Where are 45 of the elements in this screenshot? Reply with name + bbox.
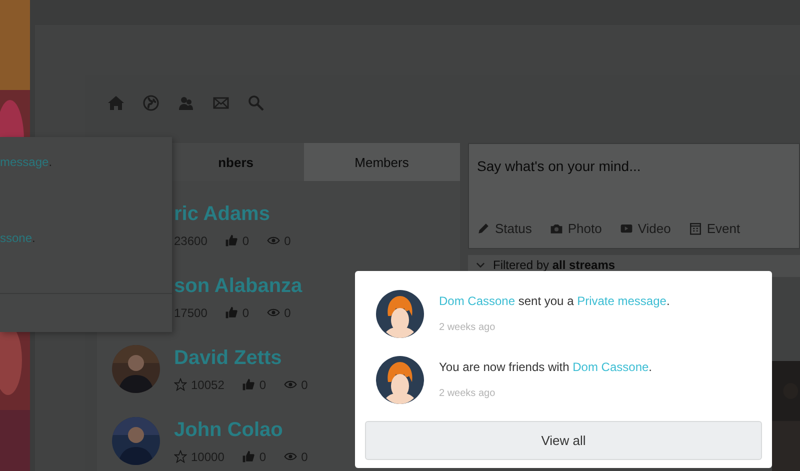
member-name[interactable]: son Alabanza <box>174 274 302 298</box>
pencil-icon <box>477 222 490 235</box>
chevron-down-icon[interactable] <box>476 262 485 268</box>
star-icon <box>174 378 187 391</box>
avatar-icon <box>376 356 424 404</box>
notification-link[interactable]: Dom Cassone <box>439 294 516 308</box>
video-icon <box>620 222 633 235</box>
eye-icon <box>267 234 280 247</box>
thumbs-up-icon <box>242 450 256 463</box>
timestamp: 2 weeks ago <box>439 322 496 333</box>
members-tab[interactable]: Members <box>304 143 460 181</box>
thumbs-up-icon <box>225 234 238 247</box>
eye-icon <box>284 378 298 391</box>
view-all-button[interactable]: View all <box>365 421 762 460</box>
thumbs-up-icon <box>225 306 238 319</box>
avatar-icon <box>376 290 424 338</box>
eye-icon <box>284 450 298 463</box>
globe-icon[interactable] <box>143 95 159 111</box>
notification-link[interactable]: Dom Cassone <box>572 360 649 374</box>
status-input[interactable]: Say what's on your mind... <box>477 156 791 176</box>
filter-label: Filtered by all streams <box>493 258 616 272</box>
post-type-button[interactable]: Photo <box>550 221 602 236</box>
thumbs-up-icon <box>242 378 256 391</box>
notification-text: You are now friends with Dom Cassone. <box>439 360 652 374</box>
camera-icon <box>550 222 563 235</box>
home-icon[interactable] <box>108 95 124 111</box>
member-name[interactable]: John Colao <box>174 418 308 442</box>
calendar-icon <box>688 222 702 235</box>
timestamp: 2 weeks ago <box>439 388 496 399</box>
notification-link[interactable]: ssone <box>0 231 32 245</box>
notification-link[interactable]: message <box>0 155 49 169</box>
notification-text: ssone. <box>0 231 36 245</box>
member-name[interactable]: ric Adams <box>174 202 291 226</box>
search-icon[interactable] <box>248 95 264 111</box>
post-type-button[interactable]: Status <box>477 221 532 236</box>
mail-icon[interactable] <box>213 95 229 111</box>
eye-icon <box>267 306 280 319</box>
notification-link[interactable]: Private message <box>577 294 666 308</box>
notification-text: message. <box>0 155 54 169</box>
post-type-button[interactable]: Event <box>688 221 740 236</box>
people-icon[interactable] <box>178 95 194 111</box>
post-type-button[interactable]: Video <box>620 221 671 236</box>
star-icon <box>174 450 187 463</box>
member-name[interactable]: David Zetts <box>174 346 308 370</box>
notification-text: Dom Cassone sent you a Private message. <box>439 294 670 308</box>
